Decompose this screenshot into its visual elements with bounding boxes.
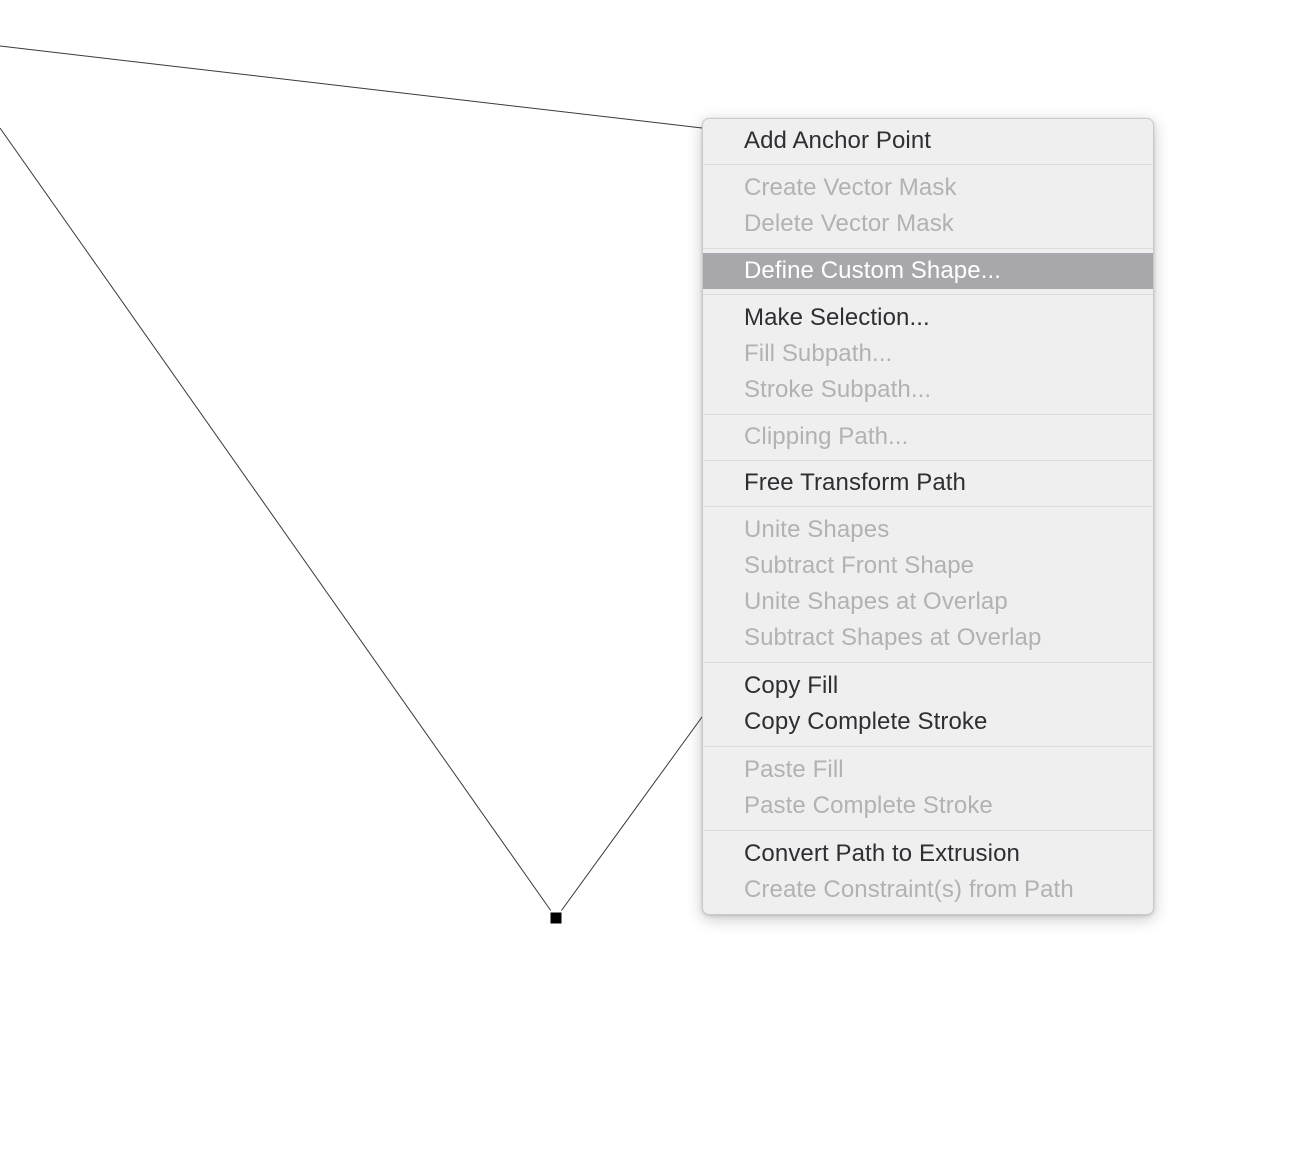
menu-group: Clipping Path... — [703, 415, 1153, 460]
menu-item-define-custom-shape[interactable]: Define Custom Shape... — [703, 253, 1153, 289]
menu-group: Convert Path to Extrusion Create Constrai… — [703, 831, 1153, 914]
menu-item-create-vector-mask: Create Vector Mask — [744, 174, 957, 201]
menu-item-add-anchor-point[interactable]: Add Anchor Point — [703, 123, 1153, 159]
menu-item-free-transform-path[interactable]: Free Transform Path — [703, 465, 1153, 501]
selected-anchor-point[interactable] — [548, 910, 564, 926]
menu-item-paste-fill: Paste Fill — [744, 756, 844, 783]
path-segment-top — [0, 45, 703, 129]
menu-item-make-selection[interactable]: Make Selection... — [703, 300, 1153, 336]
menu-group: Unite Shapes Subtract Front Shape Unite Sh… — [703, 507, 1153, 662]
menu-item-convert-path-to-extrusion[interactable]: Convert Path to Extrusion — [703, 836, 1153, 872]
menu-item-clipping-path: Clipping Path... — [744, 423, 909, 450]
menu-item-delete-vector-mask: Delete Vector Mask — [744, 210, 954, 237]
menu-item-stroke-subpath: Stroke Subpath... — [744, 376, 932, 403]
menu-item-copy-complete-stroke[interactable]: Copy Complete Stroke — [703, 704, 1153, 740]
path-segment-left — [0, 127, 557, 919]
menu-group: Copy Fill Copy Complete Stroke — [703, 663, 1153, 746]
menu-item-subtract-shapes-at-overlap: Subtract Shapes at Overlap — [744, 624, 1042, 651]
menu-group: Make Selection... Fill Subpath... Stroke S… — [703, 295, 1153, 414]
menu-item-paste-complete-stroke: Paste Complete Stroke — [744, 792, 993, 819]
menu-group: Paste Fill Paste Complete Stroke — [703, 747, 1153, 830]
menu-group: Create Vector Mask Delete Vector Mask — [703, 165, 1153, 248]
menu-item-copy-fill[interactable]: Copy Fill — [703, 668, 1153, 704]
menu-item-unite-shapes: Unite Shapes — [744, 516, 890, 543]
menu-item-fill-subpath: Fill Subpath... — [744, 340, 893, 367]
path-segment-right — [555, 716, 703, 919]
menu-item-subtract-front-shape: Subtract Front Shape — [744, 552, 975, 579]
menu-item-unite-shapes-at-overlap: Unite Shapes at Overlap — [744, 588, 1008, 615]
menu-group: Free Transform Path — [703, 461, 1153, 506]
menu-group: Add Anchor Point — [703, 119, 1153, 164]
menu-group: Define Custom Shape... — [703, 249, 1153, 294]
path-segments — [0, 45, 703, 919]
anchor-point-square[interactable] — [550, 912, 562, 924]
path-context-menu[interactable]: Add Anchor Point Create Vector Mask Delete… — [702, 118, 1154, 915]
menu-item-create-constraints-from-path: Create Constraint(s) from Path — [744, 876, 1074, 903]
